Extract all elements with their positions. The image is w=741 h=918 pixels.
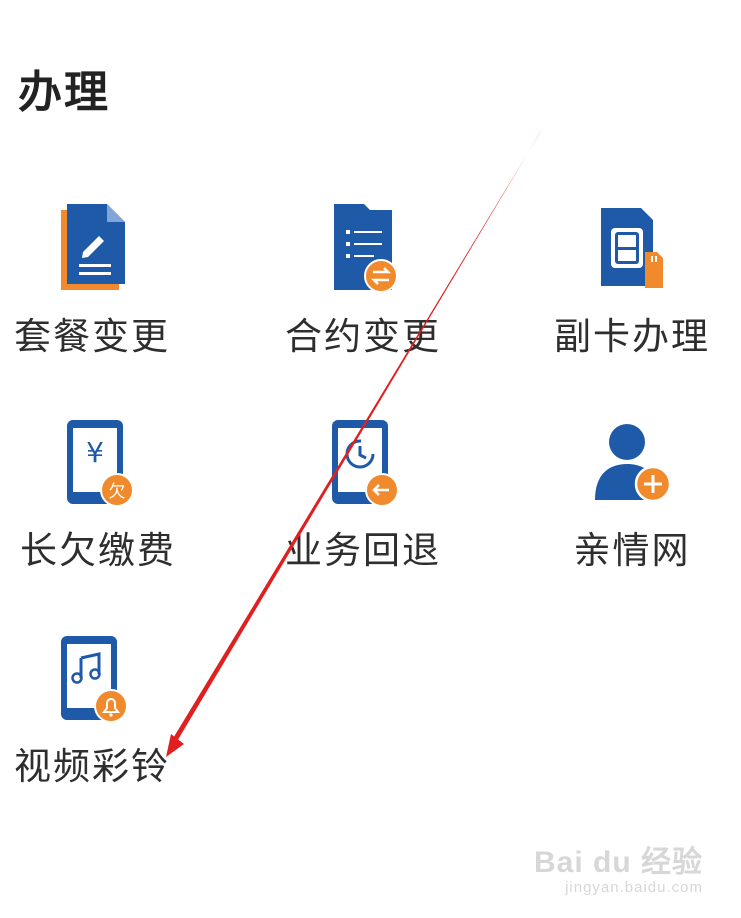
tile-label: 视频彩铃	[14, 745, 170, 788]
section-title: 办理	[18, 67, 110, 118]
tile-label: 亲情网	[573, 529, 691, 572]
tile-service-rollback[interactable]: 业务回退	[243, 412, 483, 602]
package-change-icon	[61, 204, 125, 290]
tile-label: 副卡办理	[554, 315, 710, 358]
watermark-logo: Bai du 经验	[533, 846, 703, 879]
tile-label: 套餐变更	[14, 315, 170, 358]
tile-contract-change[interactable]: 合约变更	[243, 198, 483, 388]
service-rollback-icon	[332, 420, 399, 507]
watermark: Bai du 经验 jingyan.baidu.com	[534, 837, 703, 896]
family-network-icon	[595, 424, 672, 503]
tile-label: 业务回退	[285, 529, 441, 572]
watermark-url: jingyan.baidu.com	[565, 879, 703, 896]
yen-glyph: ¥	[86, 436, 104, 469]
tile-arrears-payment[interactable]: ¥ 欠 长欠缴费	[0, 412, 218, 602]
tile-package-change[interactable]: 套餐变更	[0, 198, 212, 388]
tile-video-ringtone[interactable]: 视频彩铃	[0, 628, 212, 818]
tile-family-network[interactable]: 亲情网	[512, 412, 741, 602]
tile-label: 合约变更	[285, 315, 441, 358]
tile-sub-card[interactable]: 副卡办理	[512, 198, 741, 388]
sim-card-icon	[601, 208, 663, 288]
video-ringtone-icon	[61, 636, 128, 723]
contract-change-icon	[334, 204, 398, 293]
owe-glyph: 欠	[109, 482, 126, 502]
arrears-payment-icon: ¥ 欠	[67, 420, 134, 507]
tile-label: 长欠缴费	[20, 529, 176, 572]
